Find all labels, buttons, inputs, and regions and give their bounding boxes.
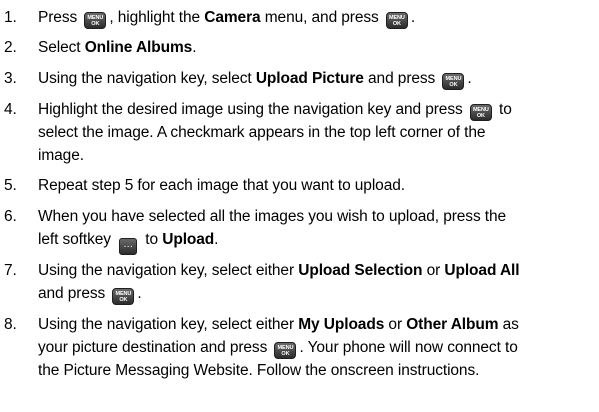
step-text: Using the navigation key, select either … bbox=[38, 313, 596, 382]
text-run: . bbox=[467, 70, 472, 87]
left-softkey-icon: … bbox=[119, 238, 138, 255]
step-number: 2. bbox=[4, 39, 17, 56]
text-run: Select bbox=[38, 39, 85, 56]
text-run: left softkey bbox=[38, 231, 116, 248]
step-number: 3. bbox=[4, 70, 17, 87]
step-line: Using the navigation key, select either … bbox=[38, 259, 596, 282]
step-number: 6. bbox=[4, 208, 17, 225]
text-run: and press bbox=[38, 285, 110, 302]
step-line: the Picture Messaging Website. Follow th… bbox=[38, 362, 480, 379]
text-run: or bbox=[384, 316, 407, 333]
step-line: When you have selected all the images yo… bbox=[38, 208, 507, 225]
menu-ok-key-icon: MENU OK bbox=[274, 342, 297, 359]
text-run: . bbox=[214, 231, 219, 248]
step-line: select the image. A checkmark appears in… bbox=[38, 124, 486, 141]
step-number: 4. bbox=[4, 101, 17, 118]
menu-ok-key-icon: MENU OK bbox=[442, 73, 465, 90]
text-run: , highlight the bbox=[109, 9, 205, 26]
bold-term: Upload bbox=[162, 231, 215, 248]
menu-ok-key-icon: MENU OK bbox=[112, 288, 135, 305]
step-number: 8. bbox=[4, 316, 17, 333]
step-number: 5. bbox=[4, 177, 17, 194]
text-run: as bbox=[498, 316, 519, 333]
step-line: Using the navigation key, select Upload … bbox=[38, 67, 596, 90]
bold-term: My Uploads bbox=[298, 316, 385, 333]
text-run: Using the navigation key, select either bbox=[38, 262, 299, 279]
menu-ok-key-icon: MENU OK bbox=[84, 12, 107, 29]
text-run: . bbox=[410, 9, 416, 26]
step-line: left softkey … to Upload. bbox=[38, 228, 596, 255]
step-line: Highlight the desired image using the na… bbox=[38, 98, 596, 121]
bold-term: Upload Selection bbox=[298, 262, 423, 279]
text-run: or bbox=[422, 262, 445, 279]
step-line: your picture destination and press MENU O… bbox=[38, 336, 596, 359]
step-text: Press MENU OK, highlight the Camera menu,… bbox=[38, 6, 596, 29]
text-run: menu, and press bbox=[260, 9, 383, 26]
menu-ok-key-icon: MENU OK bbox=[469, 104, 492, 121]
step-number: 7. bbox=[4, 262, 17, 279]
text-run: Highlight the desired image using the na… bbox=[38, 101, 467, 118]
text-run: Using the navigation key, select either bbox=[38, 316, 299, 333]
text-run: Using the navigation key, select bbox=[38, 70, 256, 87]
step-text: Using the navigation key, select Upload … bbox=[38, 67, 596, 90]
bold-term: Online Albums bbox=[84, 39, 193, 56]
text-run: to bbox=[494, 101, 512, 118]
step-text: Using the navigation key, select either … bbox=[38, 259, 596, 305]
bold-term: Camera bbox=[204, 9, 261, 26]
text-run: . bbox=[137, 285, 142, 302]
bold-term: Upload Picture bbox=[255, 70, 364, 87]
menu-ok-key-icon: MENU OK bbox=[385, 12, 408, 29]
step-text: Highlight the desired image using the na… bbox=[38, 98, 596, 167]
step-text: Select Online Albums. bbox=[38, 36, 596, 59]
text-run: . bbox=[192, 39, 197, 56]
bold-term: Upload All bbox=[444, 262, 520, 279]
bold-term: Other Album bbox=[406, 316, 499, 333]
step-line: Select Online Albums. bbox=[38, 36, 596, 59]
step-line: image. bbox=[38, 147, 84, 164]
step-line: Press MENU OK, highlight the Camera menu,… bbox=[38, 6, 596, 29]
step-text: When you have selected all the images yo… bbox=[38, 205, 596, 255]
text-run: to bbox=[141, 231, 163, 248]
step-line: Repeat step 5 for each image that you wa… bbox=[38, 177, 405, 194]
text-run: . Your phone will now connect to bbox=[299, 339, 518, 356]
step-line: Using the navigation key, select either … bbox=[38, 313, 596, 336]
step-number: 1. bbox=[4, 9, 17, 26]
step-line: and press MENU OK. bbox=[38, 282, 596, 305]
text-run: Press bbox=[38, 9, 82, 26]
step-text: Repeat step 5 for each image that you wa… bbox=[38, 174, 596, 197]
text-run: and press bbox=[363, 70, 440, 87]
text-run: your picture destination and press bbox=[38, 339, 272, 356]
